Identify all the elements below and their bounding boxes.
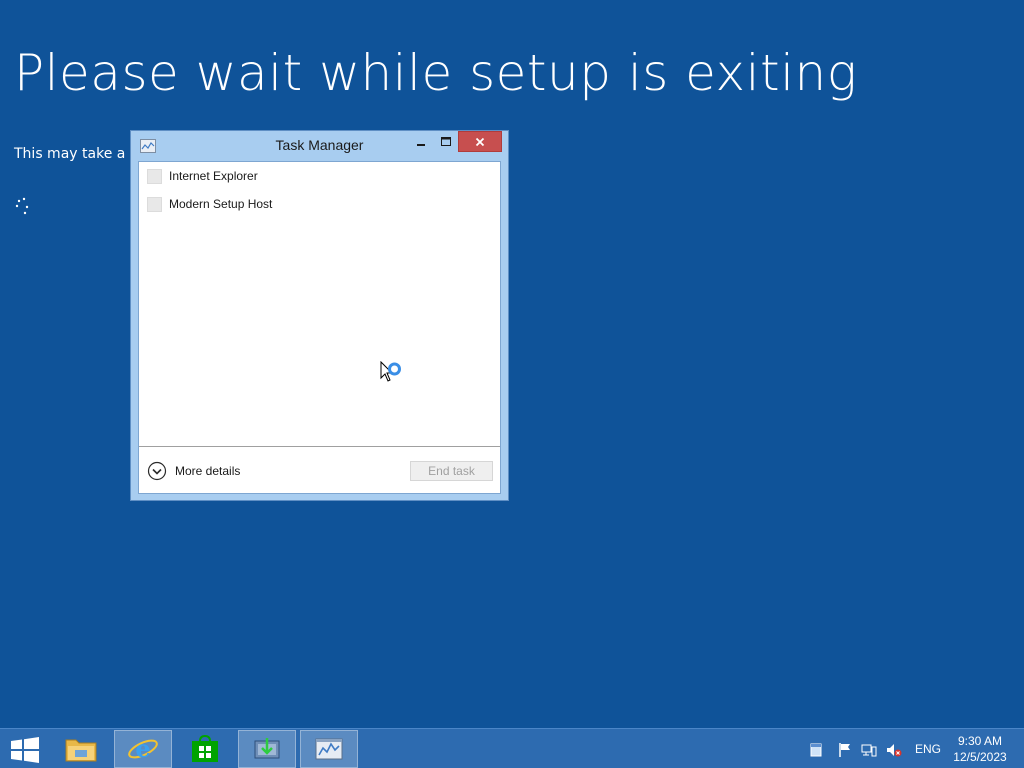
task-manager-icon [315, 738, 343, 760]
minimize-button[interactable] [410, 131, 431, 152]
setup-title: Please wait while setup is exiting [14, 44, 858, 102]
app-icon [147, 168, 162, 184]
loading-spinner-icon [15, 197, 29, 215]
internet-explorer-icon: e [128, 734, 158, 763]
close-button[interactable] [458, 131, 502, 152]
list-item[interactable]: Internet Explorer [139, 163, 500, 189]
end-task-button[interactable]: End task [410, 461, 493, 481]
clock-date: 12/5/2023 [953, 750, 1007, 764]
taskbar-internet-explorer[interactable]: e [114, 730, 172, 768]
network-icon[interactable] [861, 742, 877, 758]
task-manager-footer: More details End task [139, 446, 500, 493]
list-item[interactable]: Modern Setup Host [139, 191, 500, 217]
task-manager-body: Internet Explorer Modern Setup Host More… [138, 161, 501, 494]
busy-cursor-icon [380, 361, 401, 382]
store-icon [192, 734, 218, 762]
taskbar: e ENG 9:30 AM 12/5/2023 [0, 728, 1024, 768]
minimize-icon [416, 143, 425, 146]
file-explorer-icon [65, 739, 97, 762]
chevron-down-icon [147, 461, 167, 481]
clock[interactable]: 9:30 AM 12/5/2023 [945, 733, 1015, 765]
svg-text:e: e [135, 734, 150, 763]
app-icon [147, 196, 162, 212]
more-details-button[interactable]: More details [147, 461, 240, 481]
action-center-flag-icon[interactable] [837, 742, 853, 758]
show-desktop-icon[interactable] [808, 742, 824, 758]
close-icon [475, 137, 485, 146]
setup-icon [254, 738, 280, 759]
title-bar[interactable]: Task Manager [131, 131, 508, 161]
clock-time: 9:30 AM [957, 734, 1003, 748]
language-indicator[interactable]: ENG [915, 742, 941, 756]
volume-muted-icon[interactable] [886, 742, 902, 758]
taskbar-setup[interactable] [238, 730, 296, 768]
app-list: Internet Explorer Modern Setup Host [139, 162, 500, 446]
app-label: Internet Explorer [169, 169, 258, 183]
task-manager-window[interactable]: Task Manager Internet Explorer Modern Se… [130, 130, 509, 501]
setup-subtitle: This may take a fe [14, 146, 144, 162]
maximize-button[interactable] [435, 131, 456, 152]
taskbar-store[interactable] [176, 730, 234, 768]
maximize-icon [440, 136, 451, 146]
start-button[interactable] [10, 737, 40, 763]
taskbar-task-manager[interactable] [300, 730, 358, 768]
app-label: Modern Setup Host [169, 197, 273, 211]
more-details-label: More details [175, 464, 241, 478]
taskbar-file-explorer[interactable] [52, 730, 110, 768]
